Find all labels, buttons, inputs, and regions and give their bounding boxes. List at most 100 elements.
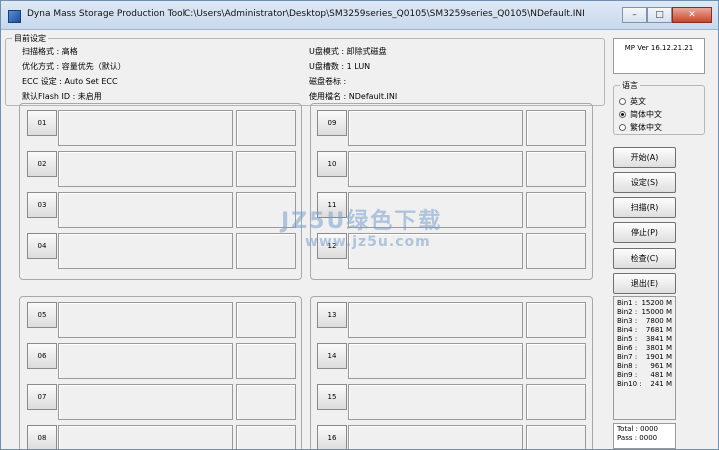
slot-info-06 — [236, 343, 296, 379]
setting-ecc: ECC 设定 : Auto Set ECC — [22, 77, 118, 86]
pass-count: Pass : 0000 — [617, 434, 658, 442]
slot-status-09 — [348, 110, 523, 146]
bin-value: 481 M — [650, 371, 672, 379]
slot-button-16[interactable]: 16 — [317, 425, 347, 449]
language-option-label: 简体中文 — [630, 110, 662, 119]
slot-button-02[interactable]: 02 — [27, 151, 57, 177]
totals-box: Total : 0000 Pass : 0000 — [613, 423, 676, 449]
bin-label: Bin9 : — [617, 371, 638, 379]
window-path: C:\Users\Administrator\Desktop\SM3259ser… — [184, 9, 585, 19]
setting-scan-level: 扫描格式 : 高格 — [22, 47, 78, 56]
close-icon[interactable]: ✕ — [672, 7, 712, 23]
slot-info-12 — [526, 233, 586, 269]
bin-label: Bin3 : — [617, 317, 638, 325]
language-option-simplified[interactable]: 简体中文 — [619, 109, 662, 120]
slot-info-04 — [236, 233, 296, 269]
radio-traditional[interactable] — [619, 124, 626, 131]
slot-button-04[interactable]: 04 — [27, 233, 57, 259]
bin-label: Bin2 : — [617, 308, 638, 316]
setting-optimize: 优化方式 : 容量优先（默认） — [22, 62, 126, 71]
bin-row: Bin5 : 3841 M — [617, 335, 672, 344]
bin-row: Bin2 :15000 M — [617, 308, 672, 317]
title-bar[interactable]: Dyna Mass Storage Production Tool C:\Use… — [1, 1, 718, 30]
scan-button[interactable]: 扫描(R) — [613, 197, 676, 218]
slot-button-10[interactable]: 10 — [317, 151, 347, 177]
watermark-url: www.jz5u.com — [305, 234, 431, 250]
slot-info-05 — [236, 302, 296, 338]
bin-row: Bin3 : 7800 M — [617, 317, 672, 326]
slot-button-15[interactable]: 15 — [317, 384, 347, 410]
bin-value: 3841 M — [645, 335, 672, 343]
slot-status-06 — [58, 343, 233, 379]
slot-button-01[interactable]: 01 — [27, 110, 57, 136]
bin-label: Bin5 : — [617, 335, 638, 343]
slot-info-10 — [526, 151, 586, 187]
bin-value: 961 M — [650, 362, 672, 370]
slot-info-16 — [526, 425, 586, 449]
bin-row: Bin6 : 3801 M — [617, 344, 672, 353]
bin-list: Bin1 :15200 M Bin2 :15000 M Bin3 : 7800 M… — [613, 296, 676, 420]
slot-button-07[interactable]: 07 — [27, 384, 57, 410]
radio-english[interactable] — [619, 98, 626, 105]
language-option-label: 繁体中文 — [630, 123, 662, 132]
bin-row: Bin9 : 481 M — [617, 371, 672, 380]
start-button[interactable]: 开始(A) — [613, 147, 676, 168]
app-title: Dyna Mass Storage Production Tool — [27, 9, 186, 19]
bin-value: 3801 M — [645, 344, 672, 352]
slot-button-14[interactable]: 14 — [317, 343, 347, 369]
window-controls: – □ ✕ — [622, 7, 712, 23]
slot-status-08 — [58, 425, 233, 449]
bin-row: Bin4 : 7681 M — [617, 326, 672, 335]
bin-label: Bin6 : — [617, 344, 638, 352]
stop-button[interactable]: 停止(P) — [613, 222, 676, 243]
slot-status-02 — [58, 151, 233, 187]
slot-status-05 — [58, 302, 233, 338]
slot-button-08[interactable]: 08 — [27, 425, 57, 449]
language-option-english[interactable]: 英文 — [619, 96, 646, 107]
setting-udisk-mode: U盘模式 : 卸除式磁盘 — [309, 47, 387, 56]
exit-button[interactable]: 退出(E) — [613, 273, 676, 294]
bin-label: Bin1 : — [617, 299, 638, 307]
setting-udisk-lun: U盘槽数 : 1 LUN — [309, 62, 371, 71]
slot-status-13 — [348, 302, 523, 338]
bin-label: Bin8 : — [617, 362, 638, 370]
slot-status-01 — [58, 110, 233, 146]
slot-info-11 — [526, 192, 586, 228]
slot-button-03[interactable]: 03 — [27, 192, 57, 218]
setting-ini-name: 使用檔名 : NDefault.INI — [309, 92, 398, 101]
slot-status-14 — [348, 343, 523, 379]
slot-status-07 — [58, 384, 233, 420]
slot-info-15 — [526, 384, 586, 420]
slot-button-09[interactable]: 09 — [317, 110, 347, 136]
total-count: Total : 0000 — [617, 425, 658, 433]
watermark-text: JZ5U绿色下载 — [281, 209, 443, 234]
bin-row: Bin8 : 961 M — [617, 362, 672, 371]
bin-label: Bin7 : — [617, 353, 638, 361]
bin-value: 15200 M — [641, 299, 672, 307]
bin-value: 15000 M — [641, 308, 672, 316]
slot-button-05[interactable]: 05 — [27, 302, 57, 328]
setting-flash-id: 默认Flash ID : 未启用 — [22, 92, 102, 101]
slot-status-04 — [58, 233, 233, 269]
slot-info-08 — [236, 425, 296, 449]
slot-button-06[interactable]: 06 — [27, 343, 57, 369]
slot-info-01 — [236, 110, 296, 146]
slot-button-13[interactable]: 13 — [317, 302, 347, 328]
language-option-label: 英文 — [630, 97, 646, 106]
bin-value: 1901 M — [645, 353, 672, 361]
setup-button[interactable]: 设定(S) — [613, 172, 676, 193]
bin-value: 7681 M — [645, 326, 672, 334]
slot-info-09 — [526, 110, 586, 146]
app-icon — [8, 10, 21, 23]
setting-disk-label: 磁盘卷标 : — [309, 77, 347, 86]
settings-legend: 目前设定 — [12, 33, 48, 44]
slot-status-15 — [348, 384, 523, 420]
language-option-traditional[interactable]: 繁体中文 — [619, 122, 662, 133]
slot-info-07 — [236, 384, 296, 420]
bin-row: Bin1 :15200 M — [617, 299, 672, 308]
radio-simplified[interactable] — [619, 111, 626, 118]
minimize-icon[interactable]: – — [622, 7, 647, 23]
slot-status-16 — [348, 425, 523, 449]
check-button[interactable]: 检查(C) — [613, 248, 676, 269]
maximize-icon[interactable]: □ — [647, 7, 672, 23]
